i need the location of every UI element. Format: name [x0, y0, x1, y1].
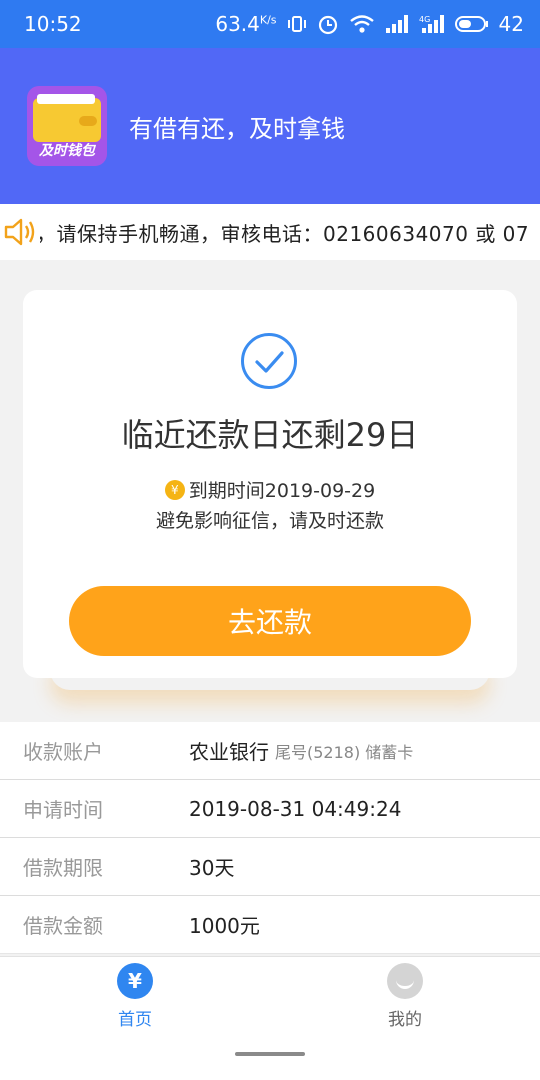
repay-button[interactable]: 去还款 [69, 586, 471, 656]
days-remaining-title: 临近还款日还剩29日 [121, 416, 419, 454]
signal-icon [385, 14, 409, 34]
nav-item-home[interactable]: ¥ 首页 [75, 963, 195, 1030]
app-slogan: 有借有还，及时拿钱 [129, 114, 345, 143]
speaker-icon [0, 204, 40, 260]
wifi-icon [349, 14, 375, 34]
info-value: 农业银行 [189, 740, 269, 764]
vibrate-icon [287, 14, 307, 34]
loan-info-list: 收款账户 农业银行 尾号(5218) 储蓄卡 申请时间 2019-08-31 0… [0, 722, 540, 954]
notice-marquee: ，请保持手机畅通，审核电话：02160634070 或 07 [0, 204, 540, 260]
app-logo: 及时钱包 [27, 86, 107, 166]
svg-text:4G: 4G [419, 15, 430, 24]
info-value: 2019-08-31 04:49:24 [189, 796, 402, 821]
battery-icon [454, 15, 489, 33]
repayment-card: 临近还款日还剩29日 ¥ 到期时间2019-09-29 避免影响征信，请及时还款… [23, 290, 517, 678]
home-indicator[interactable] [235, 1052, 305, 1056]
account-tail: 尾号(5218) 储蓄卡 [275, 742, 414, 762]
signal-4g-icon: 4G [419, 14, 445, 34]
info-label: 申请时间 [23, 798, 103, 822]
due-date-line: ¥ 到期时间2019-09-29 [23, 476, 517, 503]
info-row-account: 收款账户 农业银行 尾号(5218) 储蓄卡 [0, 722, 540, 780]
info-row-apply-time: 申请时间 2019-08-31 04:49:24 [0, 780, 540, 838]
status-icons: 63.4K/s 4G 42 [215, 12, 524, 36]
due-date-text: 到期时间2019-09-29 [188, 480, 376, 502]
info-value: 1000元 [189, 914, 260, 938]
info-label: 借款金额 [23, 914, 103, 938]
status-bar: 10:52 63.4K/s 4G 42 [0, 0, 540, 48]
info-label: 收款账户 [23, 740, 103, 764]
home-icon: ¥ [117, 963, 153, 999]
notice-text: ，请保持手机畅通，审核电话：02160634070 或 07 [36, 221, 530, 246]
nav-item-mine[interactable]: 我的 [345, 963, 465, 1030]
profile-icon [387, 963, 423, 999]
battery-level: 42 [498, 12, 524, 36]
info-label: 借款期限 [23, 856, 103, 880]
network-speed: 63.4K/s [215, 12, 277, 36]
info-value: 30天 [189, 856, 235, 880]
app-header: 及时钱包 有借有还，及时拿钱 [0, 48, 540, 204]
status-time: 10:52 [24, 12, 82, 36]
check-circle-icon [241, 333, 297, 389]
coin-icon: ¥ [164, 479, 185, 500]
info-row-amount: 借款金额 1000元 [0, 896, 540, 954]
nav-label-home: 首页 [118, 1010, 152, 1030]
alarm-icon [317, 13, 339, 35]
nav-label-mine: 我的 [388, 1010, 422, 1030]
credit-warning: 避免影响征信，请及时还款 [155, 510, 384, 532]
logo-text: 及时钱包 [39, 143, 95, 159]
info-row-term: 借款期限 30天 [0, 838, 540, 896]
bottom-nav: ¥ 首页 我的 [0, 956, 540, 1080]
